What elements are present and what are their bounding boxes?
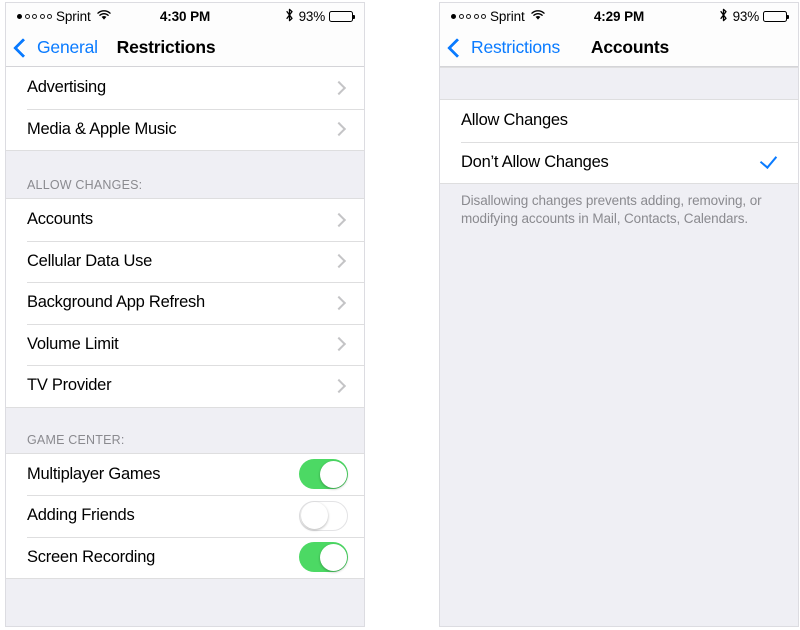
signal-dot-4 xyxy=(473,13,479,19)
row-multiplayer-games[interactable]: Multiplayer Games xyxy=(6,453,364,495)
status-bar-right-group: 93% xyxy=(644,8,790,25)
left-status-bar: Sprint 4:30 PM 93% xyxy=(6,3,364,29)
bluetooth-icon xyxy=(719,8,728,25)
carrier-label: Sprint xyxy=(490,8,525,24)
row-label: Volume Limit xyxy=(27,334,119,353)
signal-dot-3 xyxy=(32,13,37,19)
option-dont-allow-changes[interactable]: Don’t Allow Changes xyxy=(440,141,798,183)
checkmark-icon xyxy=(759,151,778,170)
row-advertising[interactable]: Advertising xyxy=(6,67,364,109)
toggle-adding-friends[interactable] xyxy=(299,500,348,531)
section-header-game-center: GAME CENTER: xyxy=(6,406,364,454)
dual-screenshot-container: Sprint 4:30 PM 93% General Restrictions … xyxy=(0,0,800,630)
signal-dot-3 xyxy=(466,13,471,19)
signal-dot-5 xyxy=(481,13,486,19)
signal-dot-2 xyxy=(458,13,464,19)
right-phone-screen: Sprint 4:29 PM 93% Restrictions Accounts… xyxy=(439,2,799,627)
group-general-restrictions: Advertising Media & Apple Music xyxy=(6,67,364,150)
left-phone-screen: Sprint 4:30 PM 93% General Restrictions … xyxy=(5,2,365,627)
chevron-left-icon xyxy=(447,37,467,58)
signal-dot-5 xyxy=(47,13,52,19)
row-adding-friends[interactable]: Adding Friends xyxy=(6,495,364,537)
chevron-right-icon xyxy=(331,254,347,269)
toggle-knob xyxy=(319,460,347,488)
row-label: Background App Refresh xyxy=(27,293,205,312)
battery-icon xyxy=(763,10,790,22)
option-allow-changes[interactable]: Allow Changes xyxy=(440,100,798,142)
back-button-label: General xyxy=(37,37,98,57)
toggle-knob xyxy=(319,543,347,571)
battery-icon xyxy=(329,10,356,22)
row-media-apple-music[interactable]: Media & Apple Music xyxy=(6,108,364,150)
chevron-right-icon xyxy=(331,212,347,227)
signal-dot-1 xyxy=(451,13,456,19)
signal-dot-4 xyxy=(39,13,45,19)
left-nav-bar: General Restrictions xyxy=(6,29,364,67)
row-screen-recording[interactable]: Screen Recording xyxy=(6,536,364,578)
back-button-label: Restrictions xyxy=(471,37,561,57)
right-status-bar: Sprint 4:29 PM 93% xyxy=(440,3,798,29)
chevron-left-icon xyxy=(13,37,33,58)
toggle-knob xyxy=(300,502,328,530)
status-bar-left-group: Sprint xyxy=(451,9,594,24)
chevron-right-icon xyxy=(331,122,347,137)
row-label: Don’t Allow Changes xyxy=(461,152,609,171)
group-account-change-options: Allow Changes Don’t Allow Changes xyxy=(440,100,798,183)
row-label: Accounts xyxy=(27,210,93,229)
status-bar-right-group: 93% xyxy=(210,8,356,25)
signal-dot-1 xyxy=(17,13,22,19)
row-label: Advertising xyxy=(27,78,106,97)
list-bottom-filler xyxy=(6,578,364,579)
row-label: Adding Friends xyxy=(27,506,135,525)
toggle-multiplayer-games[interactable] xyxy=(299,459,348,490)
row-volume-limit[interactable]: Volume Limit xyxy=(6,323,364,365)
toggle-screen-recording[interactable] xyxy=(299,542,348,573)
battery-percent-label: 93% xyxy=(732,8,760,24)
wifi-icon xyxy=(530,9,545,24)
group-game-center: Multiplayer Games Adding Friends Screen … xyxy=(6,453,364,578)
chevron-right-icon xyxy=(331,337,347,352)
signal-strength-icon xyxy=(17,13,52,19)
footnote-text: Disallowing changes prevents adding, rem… xyxy=(440,183,798,228)
carrier-label: Sprint xyxy=(56,8,91,24)
chevron-right-icon xyxy=(331,80,347,95)
status-bar-clock: 4:30 PM xyxy=(159,8,211,24)
right-settings-list: Allow Changes Don’t Allow Changes Disall… xyxy=(440,67,798,626)
left-settings-list: Advertising Media & Apple Music ALLOW CH… xyxy=(6,67,364,626)
section-header-allow-changes: ALLOW CHANGES: xyxy=(6,150,364,199)
chevron-right-icon xyxy=(331,295,347,310)
battery-percent-label: 93% xyxy=(298,8,326,24)
row-label: Cellular Data Use xyxy=(27,251,153,270)
back-button-restrictions[interactable]: Restrictions xyxy=(440,37,560,58)
row-label: Multiplayer Games xyxy=(27,464,161,483)
wifi-icon xyxy=(96,9,111,24)
row-label: Media & Apple Music xyxy=(27,119,177,138)
chevron-right-icon xyxy=(331,378,347,393)
row-label: TV Provider xyxy=(27,376,112,395)
row-cellular-data-use[interactable]: Cellular Data Use xyxy=(6,240,364,282)
bluetooth-icon xyxy=(285,8,294,25)
status-bar-left-group: Sprint xyxy=(17,9,160,24)
signal-strength-icon xyxy=(451,13,486,19)
row-tv-provider[interactable]: TV Provider xyxy=(6,365,364,407)
group-allow-changes: Accounts Cellular Data Use Background Ap… xyxy=(6,199,364,407)
row-label: Allow Changes xyxy=(461,111,568,130)
right-nav-bar: Restrictions Accounts xyxy=(440,29,798,67)
row-accounts[interactable]: Accounts xyxy=(6,199,364,241)
status-bar-clock: 4:29 PM xyxy=(593,8,645,24)
row-background-app-refresh[interactable]: Background App Refresh xyxy=(6,282,364,324)
back-button-general[interactable]: General xyxy=(6,37,98,58)
top-spacer xyxy=(440,67,798,100)
signal-dot-2 xyxy=(24,13,30,19)
row-label: Screen Recording xyxy=(27,547,156,566)
